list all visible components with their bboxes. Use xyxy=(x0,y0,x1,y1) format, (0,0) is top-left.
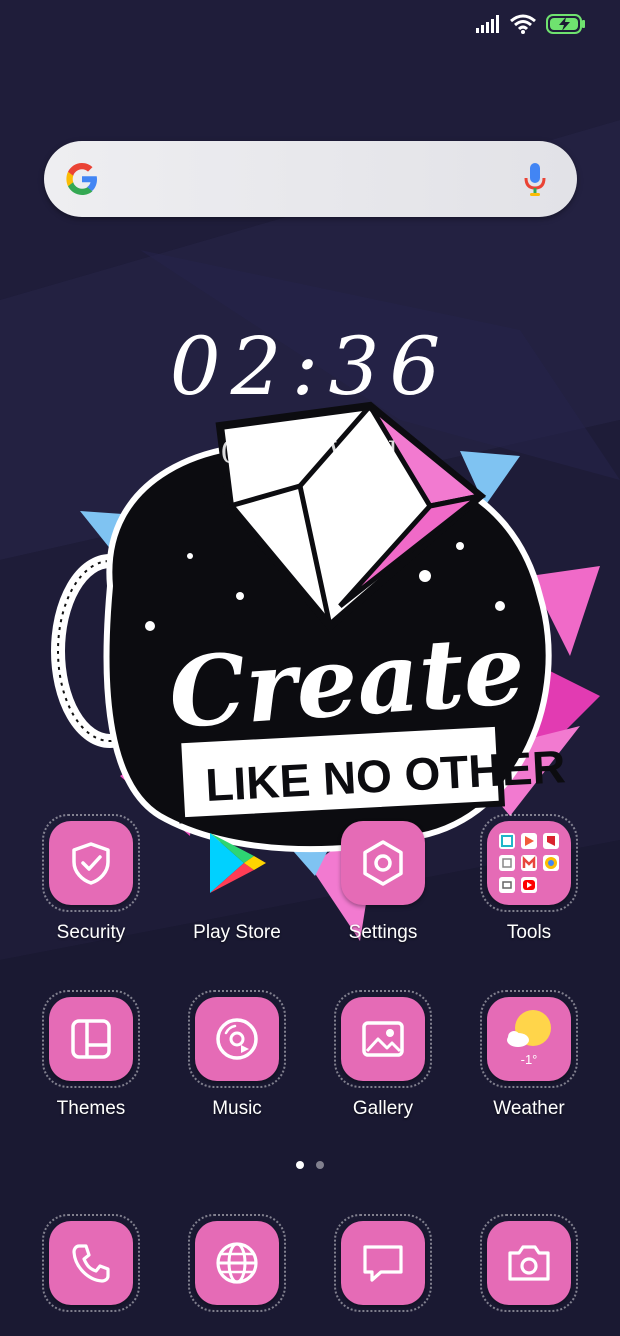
page-dot[interactable] xyxy=(296,1161,304,1169)
dock-phone[interactable] xyxy=(18,1214,164,1312)
app-label: Settings xyxy=(348,922,418,943)
themes-icon xyxy=(71,1019,111,1059)
phone-icon xyxy=(72,1244,110,1283)
shield-check-icon xyxy=(72,842,110,885)
app-label: Gallery xyxy=(352,1098,414,1119)
app-label: Music xyxy=(212,1098,262,1119)
app-label: Security xyxy=(56,922,126,943)
app-label: Tools xyxy=(506,922,552,943)
dock-messages[interactable] xyxy=(310,1214,456,1312)
app-label: Themes xyxy=(56,1098,126,1119)
wifi-icon xyxy=(510,14,536,34)
folder-icon xyxy=(499,833,559,893)
app-settings[interactable]: Settings xyxy=(310,814,456,944)
music-disc-icon xyxy=(216,1018,258,1060)
google-logo-icon xyxy=(66,163,97,195)
weather-temperature: -1° xyxy=(520,1052,538,1067)
app-gallery[interactable]: Gallery xyxy=(310,990,456,1120)
app-play-store[interactable]: Play Store xyxy=(164,814,310,944)
message-icon xyxy=(363,1245,403,1282)
page-indicator[interactable] xyxy=(0,1161,620,1169)
app-weather[interactable]: -1° Weather xyxy=(456,990,602,1120)
play-store-icon xyxy=(210,833,266,893)
camera-icon xyxy=(508,1245,550,1281)
dock-browser[interactable] xyxy=(164,1214,310,1312)
app-security[interactable]: Security xyxy=(18,814,164,944)
dock-camera[interactable] xyxy=(456,1214,602,1312)
microphone-icon[interactable] xyxy=(523,161,547,197)
hexagon-settings-icon xyxy=(363,840,403,886)
image-icon xyxy=(362,1021,404,1057)
app-label: Weather xyxy=(493,1098,565,1119)
page-dot[interactable] xyxy=(316,1161,324,1169)
clock-date[interactable]: 03/04 Wed xyxy=(0,436,620,471)
app-music[interactable]: Music xyxy=(164,990,310,1120)
app-themes[interactable]: Themes xyxy=(18,990,164,1120)
app-tools-folder[interactable]: Tools xyxy=(456,814,602,944)
clock-time[interactable]: 02:36 xyxy=(0,320,620,413)
globe-icon xyxy=(216,1242,258,1284)
signal-icon xyxy=(476,15,499,33)
app-label: Play Store xyxy=(193,922,281,943)
status-bar xyxy=(476,14,586,34)
battery-charging-icon xyxy=(546,14,585,34)
google-search-bar[interactable] xyxy=(44,141,577,217)
